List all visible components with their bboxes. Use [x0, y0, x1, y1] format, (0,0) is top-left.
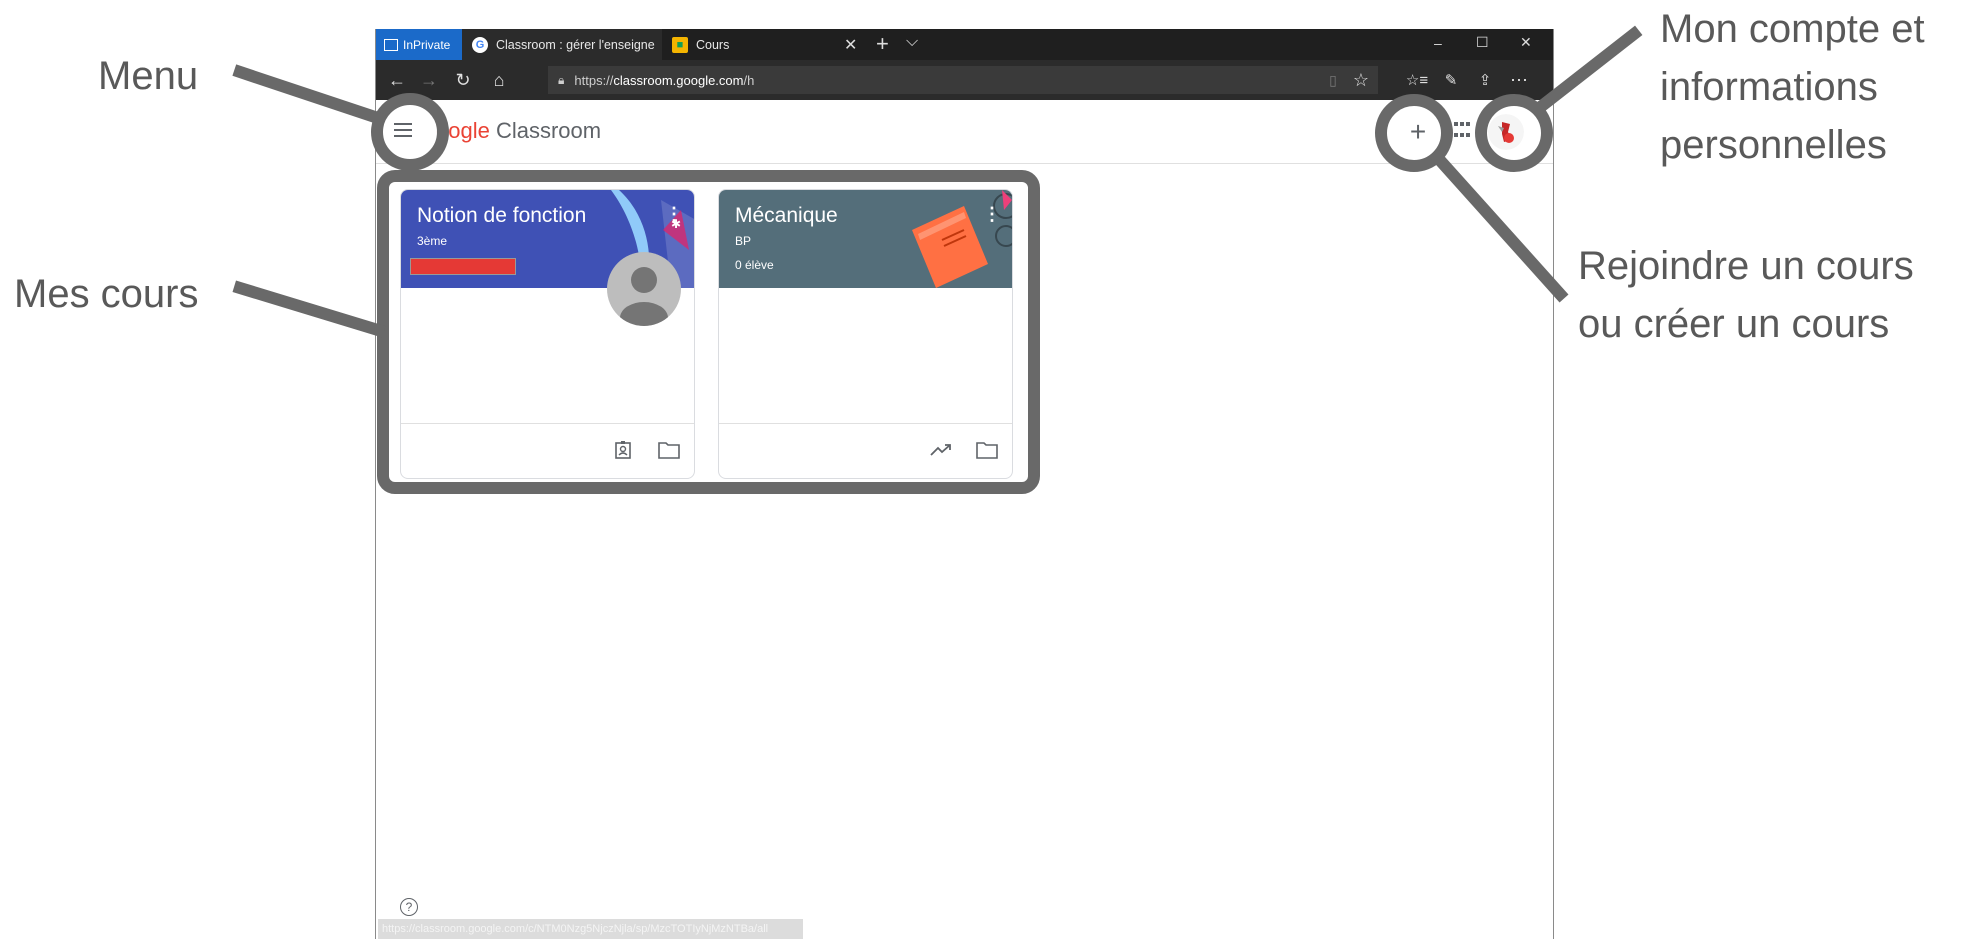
annotation-compte-1: Mon compte et — [1660, 7, 1925, 51]
annotation-compte-2: informations — [1660, 65, 1878, 109]
annotation-mes-cours: Mes cours — [14, 272, 199, 316]
annotation-compte-3: personnelles — [1660, 123, 1887, 167]
annotation-rejoindre-2: ou créer un cours — [1578, 302, 1890, 346]
annotation-menu: Menu — [98, 54, 199, 98]
annotation-rejoindre-1: Rejoindre un cours — [1578, 244, 1914, 288]
